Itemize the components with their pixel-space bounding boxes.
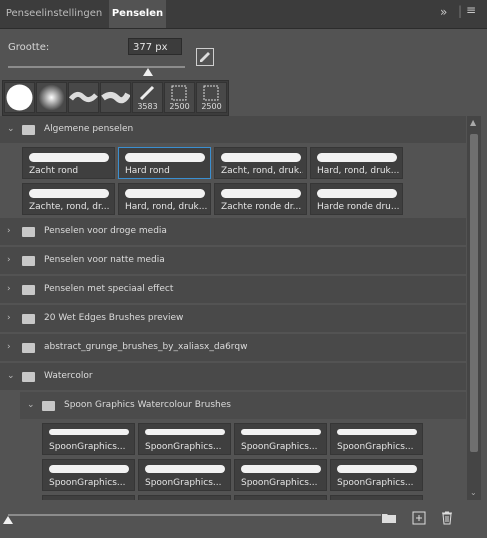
preview-size-thumb[interactable] [3, 516, 13, 524]
chevron-right-icon[interactable]: › [7, 226, 11, 236]
brush-tile[interactable]: Hard, rond, druk... [310, 147, 403, 179]
preset-hard-round[interactable] [4, 82, 35, 113]
tab-brushes[interactable]: Penselen [109, 0, 166, 28]
group-label: 20 Wet Edges Brushes preview [44, 313, 184, 323]
size-input[interactable]: 377 px [128, 38, 182, 55]
chevron-down-icon[interactable]: ⌄ [7, 124, 15, 134]
brush-tile-selected[interactable]: Hard rond [118, 147, 211, 179]
group-label: Penselen voor droge media [44, 226, 167, 236]
preset-size-2500-b[interactable]: 2500 [196, 82, 227, 113]
brush-tile[interactable]: SpoonGraphics... [330, 459, 423, 491]
brush-tile[interactable] [138, 495, 231, 500]
brush-tile[interactable]: Harde ronde dru... [310, 183, 403, 215]
brush-tile[interactable] [42, 495, 135, 500]
scrollbar[interactable]: ▲ ⌄ [467, 116, 481, 500]
group-label: abstract_grunge_brushes_by_xaliasx_da6rq… [44, 342, 248, 352]
chevron-down-icon[interactable]: ⌄ [27, 400, 35, 410]
preview-size-slider[interactable] [8, 514, 381, 516]
folder-icon [22, 256, 35, 266]
group-speciaal-effect[interactable]: › Penselen met speciaal effect [0, 276, 466, 303]
group-label: Watercolor [44, 371, 93, 381]
preset-size-3583[interactable]: 3583 [132, 82, 163, 113]
preset-size-2500-a[interactable]: 2500 [164, 82, 195, 113]
size-slider-thumb[interactable] [143, 68, 153, 76]
folder-icon [22, 285, 35, 295]
brush-tile[interactable]: SpoonGraphics... [330, 423, 423, 455]
scroll-up-icon[interactable]: ▲ [470, 118, 476, 127]
brush-tile[interactable]: Zachte ronde dr... [214, 183, 307, 215]
chevron-right-icon[interactable]: › [7, 255, 11, 265]
folder-icon [22, 372, 35, 382]
brush-tile[interactable]: SpoonGraphics... [138, 423, 231, 455]
group-watercolor[interactable]: ⌄ Watercolor [0, 363, 466, 390]
brushes-panel: Penseelinstellingen Penselen » | ≡ Groot… [0, 0, 487, 538]
group-abstract-grunge[interactable]: › abstract_grunge_brushes_by_xaliasx_da6r… [0, 334, 466, 361]
size-label: Grootte: [8, 42, 50, 53]
folder-icon [22, 227, 35, 237]
chevron-right-icon[interactable]: › [7, 342, 11, 352]
brush-tile[interactable]: SpoonGraphics... [234, 423, 327, 455]
group-droge-media[interactable]: › Penselen voor droge media [0, 218, 466, 245]
brush-tile[interactable]: Hard, rond, druk... [118, 183, 211, 215]
group-label: Algemene penselen [44, 124, 134, 134]
brush-tile[interactable]: Zacht rond [22, 147, 115, 179]
folder-icon [22, 343, 35, 353]
folder-icon[interactable] [381, 510, 397, 526]
brush-tile[interactable]: SpoonGraphics... [42, 423, 135, 455]
scroll-down-icon[interactable]: ⌄ [470, 488, 477, 497]
folder-icon [42, 401, 55, 411]
tab-bar: Penseelinstellingen Penselen » | ≡ [0, 0, 487, 29]
double-chevron-icon[interactable]: » [440, 5, 447, 19]
size-slider-track[interactable] [8, 66, 185, 68]
brush-tile[interactable]: SpoonGraphics... [138, 459, 231, 491]
subgroup-label: Spoon Graphics Watercolour Brushes [64, 400, 231, 410]
group-algemene-penselen[interactable]: ⌄ Algemene penselen [0, 116, 466, 143]
brush-tile[interactable] [234, 495, 327, 500]
preset-stroke-1[interactable] [68, 82, 99, 113]
preset-soft-round[interactable] [36, 82, 67, 113]
scroll-thumb[interactable] [470, 134, 478, 452]
divider: | [458, 4, 463, 18]
trash-icon[interactable] [439, 510, 455, 526]
tab-brush-settings[interactable]: Penseelinstellingen [0, 0, 108, 28]
chevron-right-icon[interactable]: › [7, 313, 11, 323]
bottom-bar [0, 502, 487, 538]
brush-tile[interactable]: Zachte, rond, dr... [22, 183, 115, 215]
folder-icon [22, 314, 35, 324]
group-natte-media[interactable]: › Penselen voor natte media [0, 247, 466, 274]
group-wet-edges[interactable]: › 20 Wet Edges Brushes preview [0, 305, 466, 332]
brush-tile[interactable]: SpoonGraphics... [42, 459, 135, 491]
brush-tile[interactable]: Zacht, rond, druk... [214, 147, 307, 179]
pencil-icon[interactable] [196, 48, 214, 66]
recent-brushes-strip: 3583 2500 2500 [2, 80, 229, 116]
brush-tile[interactable] [330, 495, 423, 500]
folder-icon [22, 125, 35, 135]
group-label: Penselen met speciaal effect [44, 284, 174, 294]
preset-stroke-2[interactable] [100, 82, 131, 113]
subgroup-spoon-graphics[interactable]: ⌄ Spoon Graphics Watercolour Brushes [20, 392, 466, 419]
chevron-down-icon[interactable]: ⌄ [7, 371, 15, 381]
brush-list: ⌄ Algemene penselen Zacht rond Hard rond… [0, 116, 466, 500]
group-label: Penselen voor natte media [44, 255, 165, 265]
new-brush-icon[interactable] [411, 510, 427, 526]
chevron-right-icon[interactable]: › [7, 284, 11, 294]
brush-tile[interactable]: SpoonGraphics... [234, 459, 327, 491]
menu-icon[interactable]: ≡ [466, 3, 476, 17]
